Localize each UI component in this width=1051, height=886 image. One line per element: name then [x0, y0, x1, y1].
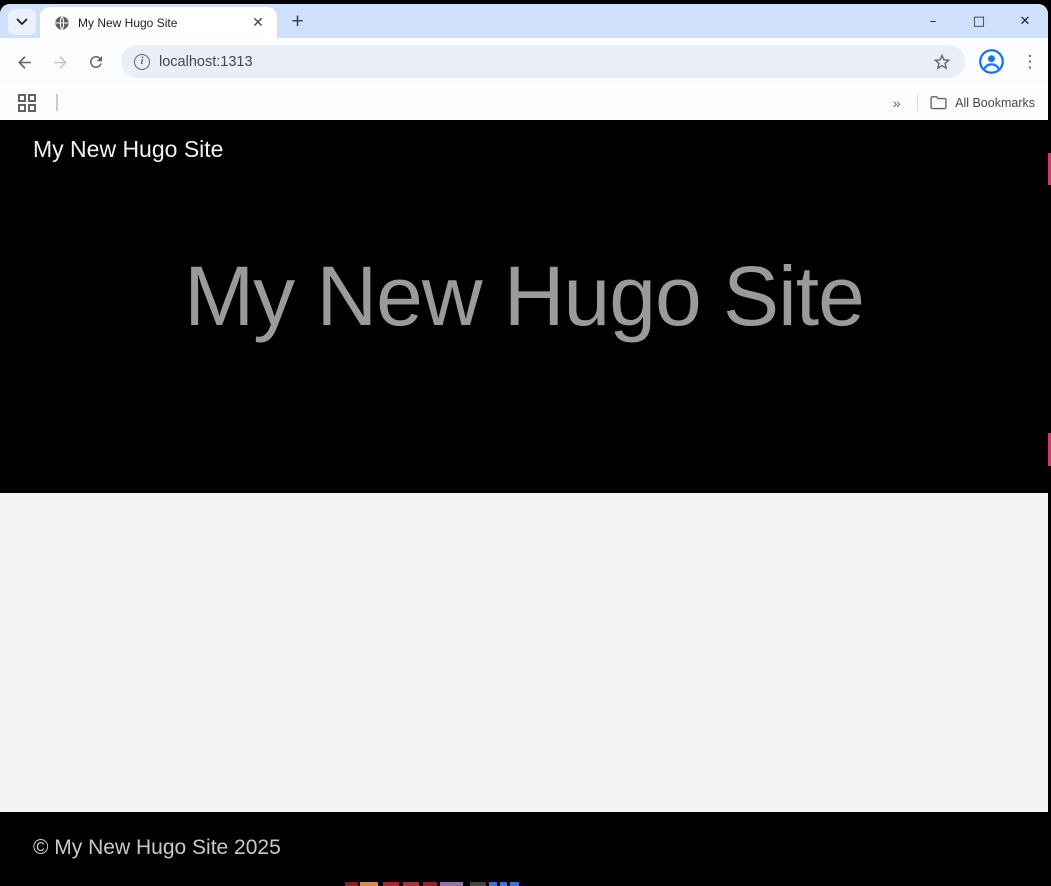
back-arrow-icon [15, 53, 34, 72]
tab-strip: My New Hugo Site ✕ + – □ ✕ [0, 4, 1048, 38]
browser-menu-button[interactable]: ⋮ [1019, 48, 1041, 76]
taskbar-icon-sliver [440, 882, 463, 886]
taskbar-sliver [0, 881, 1051, 886]
tab-close-icon[interactable]: ✕ [249, 14, 267, 32]
reload-button[interactable] [82, 48, 110, 76]
maximize-button[interactable]: □ [956, 4, 1002, 38]
bookmark-star-button[interactable] [931, 51, 953, 73]
page-viewport: My New Hugo Site My New Hugo Site © My N… [0, 120, 1048, 886]
chevron-down-icon [16, 18, 28, 26]
taskbar-icon-sliver [510, 882, 519, 886]
browser-window: My New Hugo Site ✕ + – □ ✕ [0, 4, 1048, 886]
site-header-title-link[interactable]: My New Hugo Site [33, 136, 223, 163]
minimize-button[interactable]: – [910, 4, 956, 38]
window-controls: – □ ✕ [910, 4, 1048, 38]
site-hero-section: My New Hugo Site My New Hugo Site [0, 120, 1048, 493]
forward-button[interactable] [46, 48, 74, 76]
browser-toolbar: i localhost:1313 ⋮ [0, 38, 1048, 85]
taskbar-icon-sliver [403, 882, 419, 886]
reload-icon [87, 53, 105, 71]
taskbar-icon-sliver [423, 882, 437, 886]
close-window-button[interactable]: ✕ [1002, 4, 1048, 38]
folder-icon [930, 95, 947, 110]
back-button[interactable] [10, 48, 38, 76]
browser-tab[interactable]: My New Hugo Site ✕ [40, 7, 277, 38]
bookmarks-overflow-button[interactable]: » [887, 95, 907, 111]
screen: My New Hugo Site ✕ + – □ ✕ [0, 0, 1051, 886]
new-tab-button[interactable]: + [284, 8, 311, 35]
tab-title: My New Hugo Site [78, 16, 249, 30]
bookmarks-separator [56, 94, 58, 111]
site-footer: © My New Hugo Site 2025 [0, 812, 1048, 886]
profile-button[interactable] [978, 48, 1005, 75]
profile-avatar-icon [978, 48, 1005, 75]
taskbar-icon-sliver [500, 882, 507, 886]
apps-grid-icon[interactable] [18, 94, 36, 112]
hero-title: My New Hugo Site [0, 248, 1048, 345]
bookmarks-separator [917, 94, 919, 111]
address-bar[interactable]: i localhost:1313 [121, 45, 965, 78]
globe-favicon-icon [54, 15, 70, 31]
all-bookmarks-button[interactable]: All Bookmarks [930, 95, 1035, 110]
taskbar-icon-sliver [345, 882, 358, 886]
forward-arrow-icon [51, 53, 70, 72]
site-content-area [0, 493, 1048, 812]
taskbar-icon-sliver [489, 882, 497, 886]
taskbar-icon-sliver [383, 882, 399, 886]
address-url[interactable]: localhost:1313 [159, 54, 931, 70]
all-bookmarks-label: All Bookmarks [955, 96, 1035, 110]
footer-copyright: © My New Hugo Site 2025 [33, 836, 281, 860]
tab-search-button[interactable] [8, 9, 36, 35]
site-info-icon[interactable]: i [134, 54, 150, 70]
bookmarks-bar: » All Bookmarks [0, 85, 1048, 120]
taskbar-icon-sliver [470, 882, 486, 886]
taskbar-icon-sliver [360, 882, 378, 886]
